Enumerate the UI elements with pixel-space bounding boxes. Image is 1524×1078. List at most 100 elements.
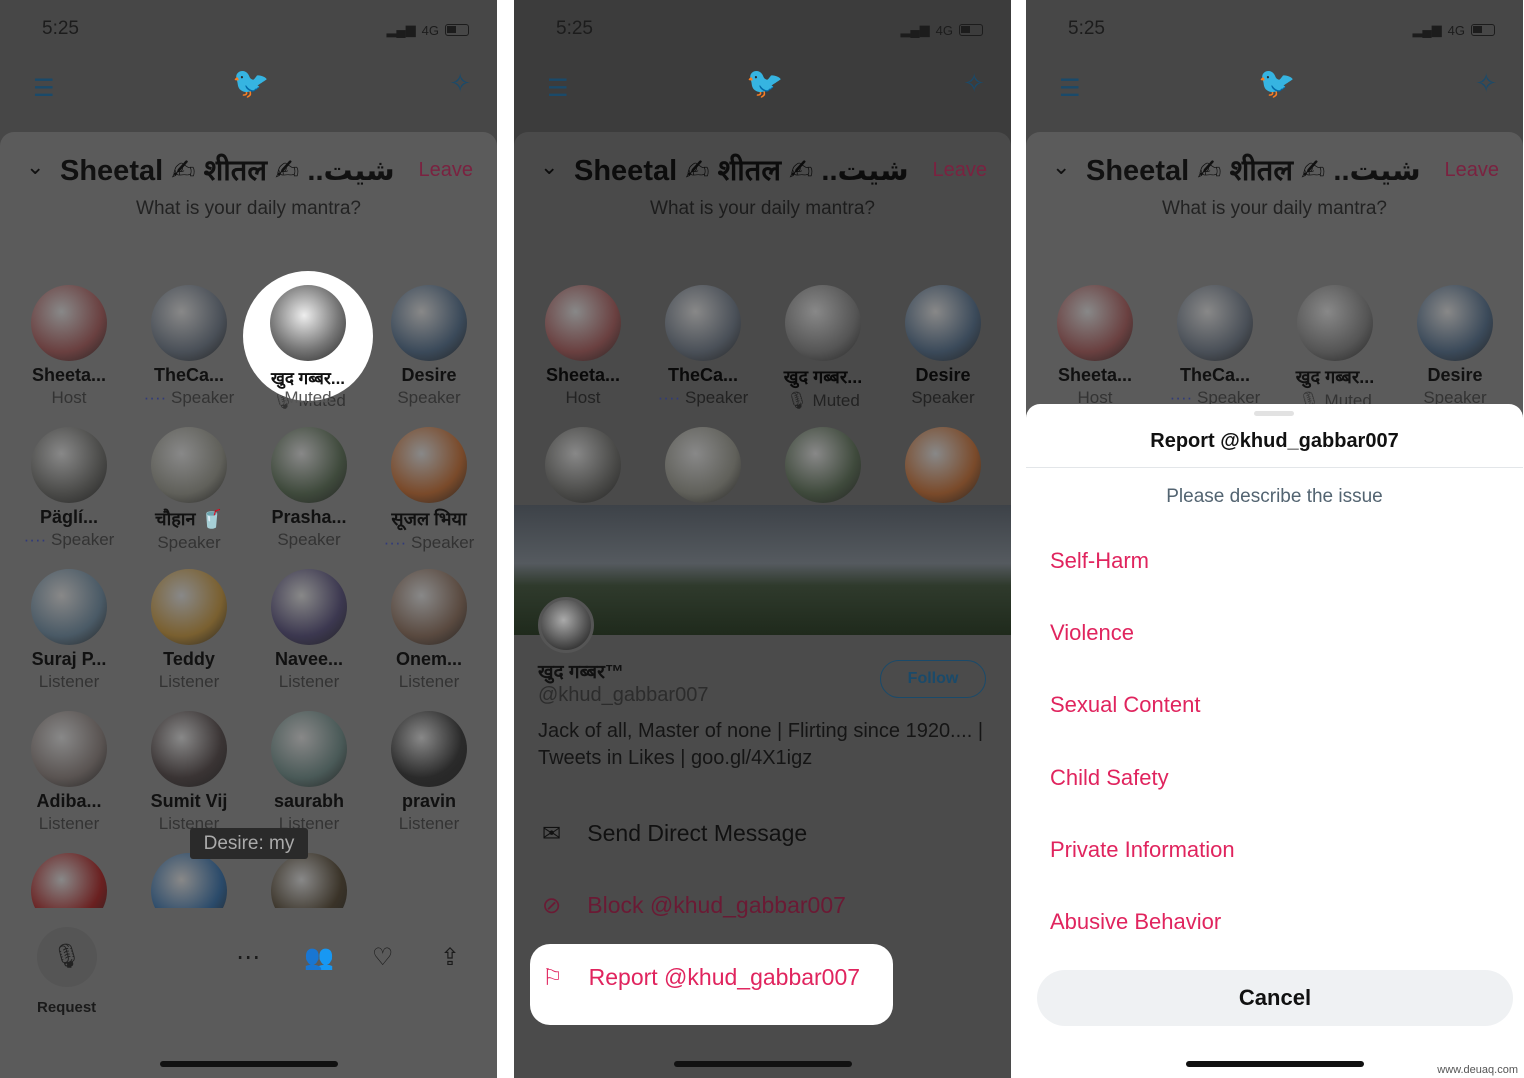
participant[interactable]: Sheeta... Host: [523, 285, 643, 408]
request-button[interactable]: Request: [37, 999, 96, 1016]
participant[interactable]: Onem... Listener: [369, 569, 489, 692]
report-option[interactable]: Abusive Behavior: [1050, 909, 1221, 935]
leave-button[interactable]: Leave: [419, 159, 474, 182]
speaking-wave-icon: ····: [143, 388, 172, 407]
participant-name: Sumit Vij: [150, 791, 228, 811]
participant-role: Speaker: [249, 530, 369, 550]
participant[interactable]: Desire Speaker: [369, 285, 489, 408]
participant[interactable]: Sheeta... Host: [1035, 285, 1155, 408]
report-option[interactable]: Child Safety: [1050, 765, 1169, 791]
avatar: [665, 285, 741, 361]
space-title: Sheetal ✍ शीतल ✍ ..شيت: [574, 155, 909, 187]
report-option[interactable]: Private Information: [1050, 837, 1235, 863]
participant-role: Listener: [249, 672, 369, 692]
follow-button[interactable]: Follow: [880, 660, 986, 698]
participant[interactable]: Desire Speaker: [1395, 285, 1515, 408]
space-subtitle: What is your daily mantra?: [136, 198, 361, 219]
participant[interactable]: TheCa... ···· Speaker: [643, 285, 763, 408]
role-label: Speaker: [411, 533, 475, 552]
avatar: [31, 427, 107, 503]
report-option[interactable]: Violence: [1050, 620, 1134, 646]
divider: [1026, 467, 1523, 468]
participant-name: Onem...: [395, 649, 462, 669]
status-time: 5:25: [1068, 18, 1105, 39]
avatar: [785, 427, 861, 503]
flag-icon: ⚐: [542, 964, 563, 990]
action-label: Send Direct Message: [587, 820, 808, 846]
report-option[interactable]: Sexual Content: [1050, 692, 1200, 718]
participant-role: Speaker: [369, 388, 489, 408]
participant[interactable]: Sheeta... Host: [9, 285, 129, 408]
participant-name: Navee...: [274, 649, 344, 669]
participant[interactable]: Prasha... Speaker: [249, 427, 369, 550]
participant-name: Desire: [1427, 365, 1483, 385]
participant-role: Host: [523, 388, 643, 408]
participant[interactable]: pravin Listener: [369, 711, 489, 834]
participant-role: Host: [9, 388, 129, 408]
profile-avatar[interactable]: [538, 597, 594, 653]
chevron-down-icon[interactable]: ⌄: [26, 154, 44, 180]
participant[interactable]: Teddy Listener: [129, 569, 249, 692]
home-indicator: [674, 1061, 852, 1067]
chevron-down-icon[interactable]: ⌄: [1052, 154, 1070, 180]
signal-icon: ▂▄▆: [386, 22, 416, 37]
menu-icon[interactable]: ☰: [33, 74, 55, 103]
network-label: 4G: [1447, 22, 1465, 38]
participant[interactable]: TheCa... ···· Speaker: [1155, 285, 1275, 408]
avatar: [1057, 285, 1133, 361]
menu-icon[interactable]: ☰: [547, 74, 569, 103]
participant[interactable]: saurabh Listener: [249, 711, 369, 834]
microphone-icon[interactable]: 🎙: [37, 927, 97, 987]
participant[interactable]: सूजल भिया ···· Speaker: [369, 427, 489, 553]
participant[interactable]: खुद गब्बर...🎙 Muted: [1275, 285, 1395, 411]
heart-plus-icon[interactable]: ♡: [372, 943, 394, 972]
participant-role: ···· Speaker: [369, 533, 489, 553]
menu-icon[interactable]: ☰: [1059, 74, 1081, 103]
role-label: Muted: [284, 388, 332, 407]
mail-icon: ✉: [542, 820, 562, 846]
avatar[interactable]: [270, 285, 346, 361]
avatar: [31, 285, 107, 361]
more-icon[interactable]: ⋯: [236, 943, 260, 972]
signal-icon: ▂▄▆: [900, 22, 930, 37]
leave-button[interactable]: Leave: [933, 159, 988, 182]
action-block[interactable]: ⊘ Block @khud_gabbar007: [542, 892, 846, 919]
participant[interactable]: Suraj P... Listener: [9, 569, 129, 692]
participant[interactable]: Adiba... Listener: [9, 711, 129, 834]
action-label: Block @khud_gabbar007: [587, 892, 846, 918]
sparkle-icon[interactable]: ✧: [963, 68, 985, 99]
role-label: Listener: [398, 814, 460, 833]
avatar: [905, 427, 981, 503]
leave-button[interactable]: Leave: [1445, 159, 1500, 182]
avatar: [151, 427, 227, 503]
network-label: 4G: [421, 22, 439, 38]
space-title: Sheetal ✍ शीतल ✍ ..شيت: [60, 155, 395, 187]
participant[interactable]: Sumit Vij Listener: [129, 711, 249, 834]
participant-name: saurabh: [273, 791, 345, 811]
participant-name: सूजल भिया: [391, 509, 467, 529]
role-label: Listener: [278, 672, 340, 691]
cancel-button[interactable]: Cancel: [1037, 970, 1513, 1026]
sparkle-icon[interactable]: ✧: [449, 68, 471, 99]
avatar: [905, 285, 981, 361]
participant[interactable]: Päglí... ···· Speaker: [9, 427, 129, 550]
participant[interactable]: Desire Speaker: [883, 285, 1003, 408]
participant[interactable]: खुद गब्बर...🎙 Muted: [763, 285, 883, 411]
action-flag[interactable]: ⚐ Report @khud_gabbar007: [542, 964, 860, 991]
participant[interactable]: चौहान 🥤 Speaker: [129, 427, 249, 553]
avatar: [391, 427, 467, 503]
action-mail[interactable]: ✉ Send Direct Message: [542, 820, 807, 847]
avatar: [785, 285, 861, 361]
participant-role: Listener: [369, 672, 489, 692]
participant[interactable]: Navee... Listener: [249, 569, 369, 692]
share-icon[interactable]: ⇪: [440, 943, 460, 972]
sparkle-icon[interactable]: ✧: [1475, 68, 1497, 99]
participant-name: Desire: [915, 365, 971, 385]
people-icon[interactable]: 👥: [304, 943, 334, 972]
avatar: [1177, 285, 1253, 361]
sheet-grabber[interactable]: [1254, 411, 1294, 416]
report-option[interactable]: Self-Harm: [1050, 548, 1149, 574]
role-label: Listener: [158, 672, 220, 691]
participant[interactable]: TheCa... ···· Speaker: [129, 285, 249, 408]
chevron-down-icon[interactable]: ⌄: [540, 154, 558, 180]
